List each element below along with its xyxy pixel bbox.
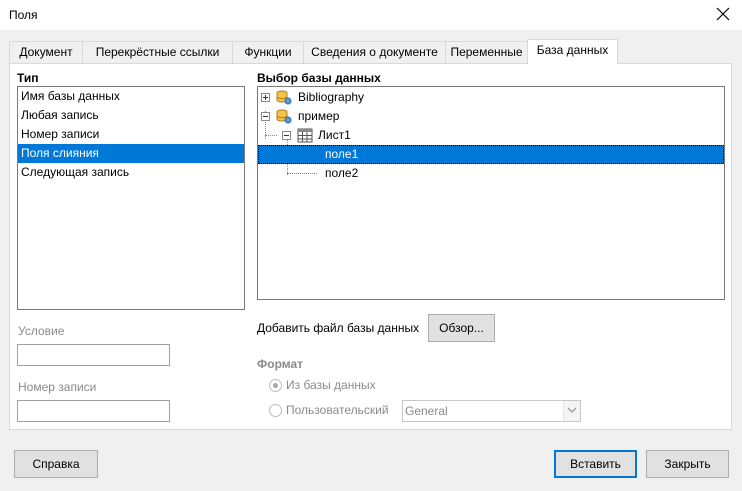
- tree-item-label: пример: [298, 109, 340, 123]
- close-button[interactable]: Закрыть: [646, 450, 729, 478]
- radio-from-database[interactable]: [269, 379, 282, 392]
- tree-item-field2[interactable]: поле2: [258, 164, 724, 183]
- help-button[interactable]: Справка: [14, 450, 98, 478]
- radio-custom[interactable]: [269, 404, 282, 417]
- title-bar: Поля: [0, 0, 742, 30]
- database-selection-label: Выбор базы данных: [257, 71, 381, 85]
- type-listbox[interactable]: Имя базы данных Любая запись Номер запис…: [17, 86, 245, 310]
- browse-button[interactable]: Обзор...: [428, 314, 495, 342]
- tab-database[interactable]: База данных: [527, 39, 618, 64]
- list-item[interactable]: Номер записи: [18, 125, 244, 144]
- chevron-down-icon[interactable]: [563, 401, 580, 421]
- database-icon: [276, 109, 292, 124]
- tab-document-info[interactable]: Сведения о документе: [303, 41, 446, 63]
- tree-item-label: поле1: [325, 147, 359, 161]
- add-database-label: Добавить файл базы данных: [257, 321, 420, 335]
- expand-icon[interactable]: [261, 93, 270, 102]
- tree-item-sheet[interactable]: Лист1: [258, 126, 724, 145]
- record-number-field[interactable]: [17, 400, 170, 422]
- tree-item-field1[interactable]: поле1: [258, 145, 724, 164]
- from-database-label: Из базы данных: [286, 378, 376, 392]
- collapse-icon[interactable]: [282, 131, 291, 140]
- list-item[interactable]: Любая запись: [18, 106, 244, 125]
- insert-button[interactable]: Вставить: [554, 450, 637, 478]
- type-label: Тип: [17, 71, 39, 85]
- collapse-icon[interactable]: [261, 112, 270, 121]
- tab-document[interactable]: Документ: [9, 41, 83, 63]
- tree-item-bibliography[interactable]: Bibliography: [258, 88, 724, 107]
- tree-item-label: Лист1: [318, 128, 351, 142]
- condition-label: Условие: [18, 324, 65, 338]
- table-icon: [297, 128, 313, 143]
- tree-item-label: поле2: [325, 166, 359, 180]
- window-title: Поля: [9, 8, 38, 22]
- tab-functions[interactable]: Функции: [232, 41, 304, 63]
- list-item-selected[interactable]: Поля слияния: [18, 144, 244, 163]
- format-label: Формат: [257, 357, 304, 371]
- tree-item-example-db[interactable]: пример: [258, 107, 724, 126]
- database-tree[interactable]: Bibliography пример Лист1 поле1 поле2: [257, 86, 725, 300]
- format-combo[interactable]: General: [402, 400, 581, 422]
- record-number-label: Номер записи: [18, 380, 97, 394]
- tree-item-label: Bibliography: [298, 90, 365, 104]
- tab-cross-references[interactable]: Перекрёстные ссылки: [82, 41, 233, 63]
- custom-label: Пользовательский: [286, 403, 389, 417]
- list-item[interactable]: Имя базы данных: [18, 87, 244, 106]
- format-combo-value: General: [405, 404, 448, 418]
- database-icon: [276, 90, 292, 105]
- condition-field[interactable]: [17, 344, 170, 366]
- tab-variables[interactable]: Переменные: [445, 41, 528, 63]
- list-item[interactable]: Следующая запись: [18, 163, 244, 182]
- close-icon[interactable]: [714, 5, 732, 23]
